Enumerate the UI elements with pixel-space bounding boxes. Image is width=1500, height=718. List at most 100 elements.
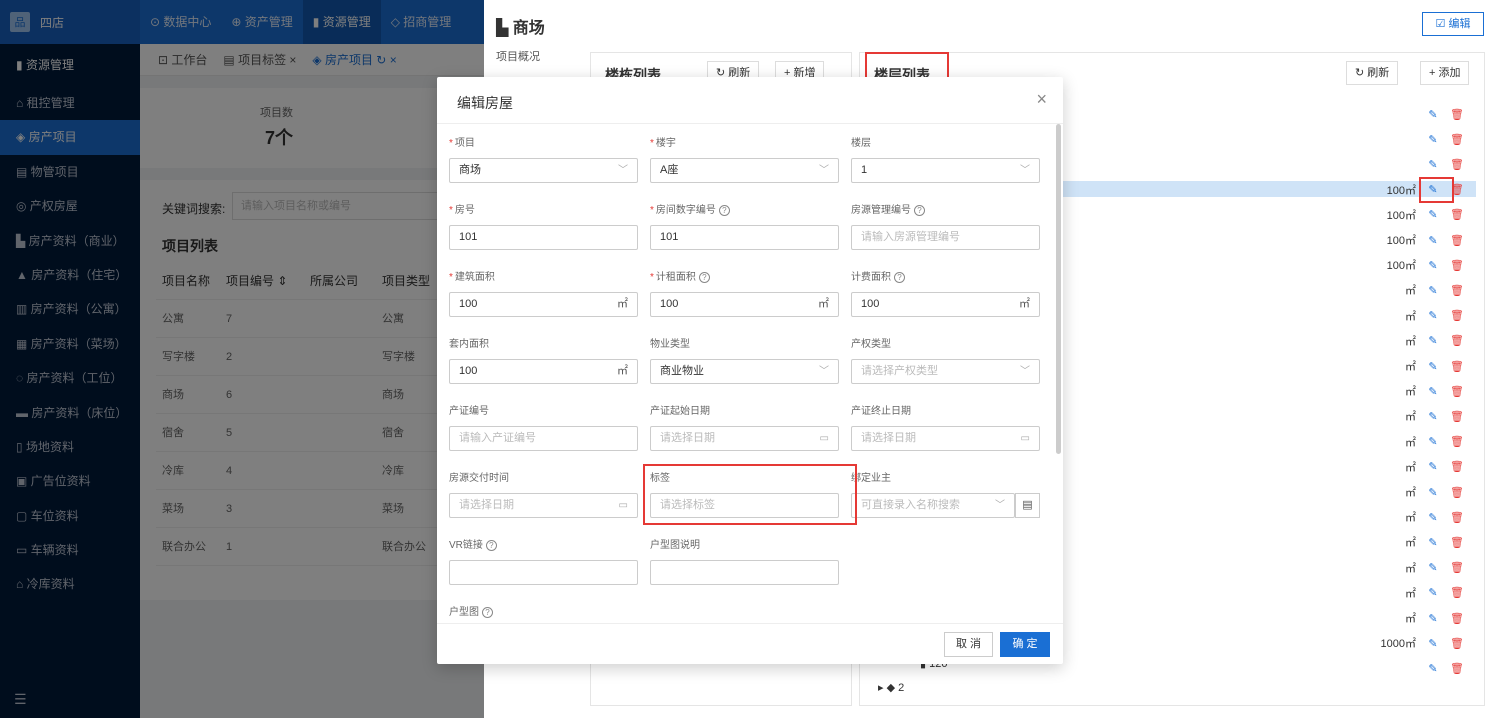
floor-row[interactable]: ㎡ ✎ 🗑 — [1405, 404, 1464, 428]
cert-start-date-picker[interactable]: 请选择日期 ▭ — [650, 426, 839, 451]
confirm-button[interactable]: 确 定 — [1000, 632, 1050, 657]
delete-icon[interactable]: 🗑 — [1450, 259, 1464, 272]
delete-icon[interactable]: 🗑 — [1450, 360, 1464, 373]
edit-icon[interactable]: ✎ — [1424, 385, 1442, 398]
deliver-time-date-picker[interactable]: 请选择日期 ▭ — [449, 493, 638, 518]
edit-icon[interactable]: ✎ — [1424, 259, 1442, 272]
edit-icon[interactable]: ✎ — [1424, 586, 1442, 599]
inner-area-input[interactable]: 100 ㎡ — [449, 359, 638, 384]
edit-icon[interactable]: ✎ — [1424, 486, 1442, 499]
delete-icon[interactable]: 🗑 — [1450, 309, 1464, 322]
delete-icon[interactable]: 🗑 — [1450, 133, 1464, 146]
help-icon[interactable]: ? — [482, 607, 493, 618]
rent-area-input[interactable]: 100 ㎡ — [650, 292, 839, 317]
floor-row[interactable]: ✎ 🗑 — [1416, 656, 1464, 680]
delete-icon[interactable]: 🗑 — [1450, 662, 1464, 675]
delete-icon[interactable]: 🗑 — [1450, 385, 1464, 398]
delete-icon[interactable]: 🗑 — [1450, 158, 1464, 171]
delete-icon[interactable]: 🗑 — [1450, 536, 1464, 549]
edit-icon[interactable]: ✎ — [1424, 410, 1442, 423]
cancel-button[interactable]: 取 消 — [944, 632, 993, 657]
floor-row[interactable]: ㎡ ✎ 🗑 — [1405, 430, 1464, 454]
edit-icon[interactable]: ✎ — [1424, 284, 1442, 297]
edit-icon[interactable]: ✎ — [1424, 360, 1442, 373]
floorplan-desc-input[interactable] — [650, 560, 839, 585]
floor-row[interactable]: ✎ 🗑 — [1416, 102, 1464, 126]
owner-clipboard-icon[interactable]: ▤ — [1015, 493, 1040, 518]
floor-row[interactable]: ㎡ ✎ 🗑 — [1405, 505, 1464, 529]
floor-add-button[interactable]: + 添加 — [1420, 61, 1470, 85]
fee-area-input[interactable]: 100 ㎡ — [851, 292, 1040, 317]
close-icon[interactable]: × — [1036, 89, 1047, 110]
floor-row[interactable]: 1000㎡ ✎ 🗑 — [1381, 631, 1464, 655]
delete-icon[interactable]: 🗑 — [1450, 435, 1464, 448]
delete-icon[interactable]: 🗑 — [1450, 612, 1464, 625]
cert-end-date-picker[interactable]: 请选择日期 ▭ — [851, 426, 1040, 451]
floor-refresh-button[interactable]: ↻ 刷新 — [1346, 61, 1399, 85]
floor-row[interactable]: ㎡ ✎ 🗑 — [1405, 530, 1464, 554]
delete-icon[interactable]: 🗑 — [1450, 561, 1464, 574]
edit-icon[interactable]: ✎ — [1424, 511, 1442, 524]
delete-icon[interactable]: 🗑 — [1450, 234, 1464, 247]
modal-scrollbar[interactable] — [1056, 124, 1061, 454]
delete-icon[interactable]: 🗑 — [1450, 208, 1464, 221]
floor-row[interactable]: ㎡ ✎ 🗑 — [1405, 455, 1464, 479]
edit-icon[interactable]: ✎ — [1424, 536, 1442, 549]
delete-icon[interactable]: 🗑 — [1450, 511, 1464, 524]
floor-row[interactable]: ㎡ ✎ 🗑 — [1405, 606, 1464, 630]
tree-node-building-2[interactable]: ▸ ◆ 2 — [878, 681, 904, 694]
floor-row[interactable]: ㎡ ✎ 🗑 — [1405, 379, 1464, 403]
edit-icon[interactable]: ✎ — [1424, 435, 1442, 448]
edit-icon[interactable]: ✎ — [1424, 208, 1442, 221]
help-icon[interactable]: ? — [485, 540, 497, 551]
mgmt-no-input[interactable]: 请输入房源管理编号 — [851, 225, 1040, 250]
room-digit-no-input[interactable]: 101 — [650, 225, 839, 250]
property-type-select[interactable]: 商业物业 ﹀ — [650, 359, 839, 384]
room-no-input[interactable]: 101 — [449, 225, 638, 250]
delete-icon[interactable]: 🗑 — [1450, 334, 1464, 347]
edit-icon[interactable]: ✎ — [1424, 309, 1442, 322]
edit-icon[interactable]: ✎ — [1424, 612, 1442, 625]
help-icon[interactable]: ? — [718, 205, 730, 216]
help-icon[interactable]: ? — [894, 272, 905, 283]
delete-icon[interactable]: 🗑 — [1450, 410, 1464, 423]
build-area-input[interactable]: 100 ㎡ — [449, 292, 638, 317]
floor-row[interactable]: ㎡ ✎ 🗑 — [1405, 278, 1464, 302]
vr-link-input[interactable] — [449, 560, 638, 585]
floor-row[interactable]: ㎡ ✎ 🗑 — [1405, 354, 1464, 378]
floor-row[interactable]: 100㎡ ✎ 🗑 — [1387, 228, 1464, 252]
delete-icon[interactable]: 🗑 — [1450, 486, 1464, 499]
project-select[interactable]: 商场 ﹀ — [449, 158, 638, 183]
floor-row[interactable]: ✎ 🗑 — [1416, 152, 1464, 176]
help-icon[interactable]: ? — [698, 272, 710, 283]
edit-icon[interactable]: ✎ — [1424, 460, 1442, 473]
edit-icon[interactable]: ✎ — [1424, 133, 1442, 146]
drawer-edit-button[interactable]: ☑ 编辑 — [1422, 12, 1484, 36]
floor-row[interactable]: ㎡ ✎ 🗑 — [1405, 329, 1464, 353]
delete-icon[interactable]: 🗑 — [1450, 284, 1464, 297]
help-icon[interactable]: ? — [914, 205, 925, 216]
edit-icon[interactable]: ✎ — [1424, 334, 1442, 347]
drawer-side-nav-overview[interactable]: 项目概况 — [496, 48, 540, 64]
delete-icon[interactable]: 🗑 — [1450, 460, 1464, 473]
floor-select[interactable]: 1 ﹀ — [851, 158, 1040, 183]
edit-icon[interactable]: ✎ — [1424, 637, 1442, 650]
building-select[interactable]: A座 ﹀ — [650, 158, 839, 183]
delete-icon[interactable]: 🗑 — [1450, 108, 1464, 121]
floor-row[interactable]: ㎡ ✎ 🗑 — [1405, 304, 1464, 328]
cert-no-input[interactable]: 请输入产证编号 — [449, 426, 638, 451]
edit-icon[interactable]: ✎ — [1424, 561, 1442, 574]
floor-row[interactable]: 100㎡ ✎ 🗑 — [1387, 253, 1464, 277]
title-type-select[interactable]: 请选择产权类型 ﹀ — [851, 359, 1040, 384]
edit-icon[interactable]: ✎ — [1424, 158, 1442, 171]
floor-row[interactable]: ㎡ ✎ 🗑 — [1405, 581, 1464, 605]
delete-icon[interactable]: 🗑 — [1450, 637, 1464, 650]
floor-row[interactable]: ㎡ ✎ 🗑 — [1405, 480, 1464, 504]
floor-row[interactable]: ㎡ ✎ 🗑 — [1405, 556, 1464, 580]
edit-icon[interactable]: ✎ — [1424, 108, 1442, 121]
floor-row[interactable]: ✎ 🗑 — [1416, 127, 1464, 151]
owner-select[interactable]: 可直接录入名称搜索 ﹀ — [851, 493, 1015, 518]
edit-icon[interactable]: ✎ — [1424, 234, 1442, 247]
floor-row[interactable]: 100㎡ ✎ 🗑 — [1387, 203, 1464, 227]
delete-icon[interactable]: 🗑 — [1450, 586, 1464, 599]
